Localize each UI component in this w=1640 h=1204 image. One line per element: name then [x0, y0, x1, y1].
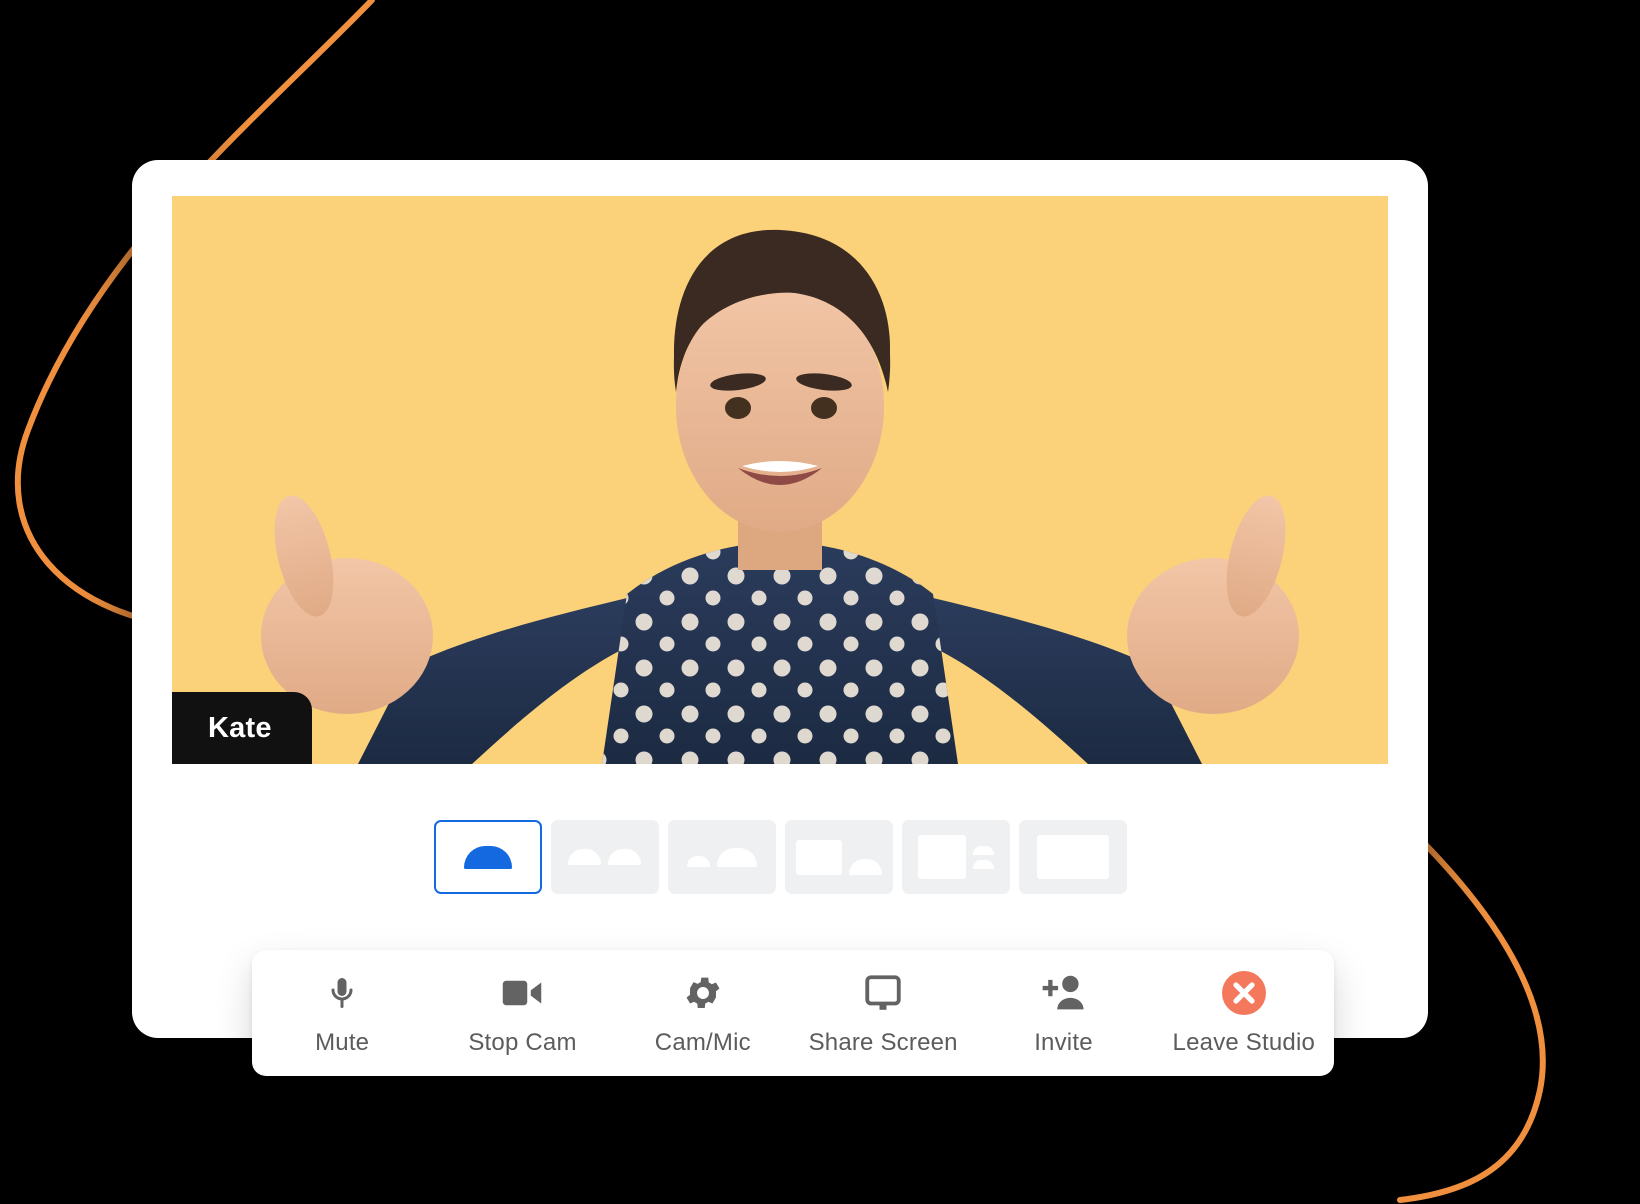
gear-icon	[682, 970, 724, 1016]
layout-option-fullscreen[interactable]	[1018, 820, 1127, 894]
small-large-people-icon	[686, 847, 757, 867]
leave-studio-label: Leave Studio	[1172, 1028, 1316, 1056]
person-plus-icon	[1040, 970, 1086, 1016]
share-screen-button[interactable]: Share Screen	[793, 950, 973, 1076]
single-person-icon	[463, 845, 512, 869]
screen-and-sidebar-people-icon	[917, 835, 994, 879]
layout-selector	[132, 820, 1428, 894]
cam-mic-label: Cam/Mic	[654, 1028, 751, 1056]
layout-option-screen-person[interactable]	[784, 820, 893, 894]
participant-name: Kate	[208, 711, 272, 744]
stop-cam-label: Stop Cam	[468, 1028, 577, 1056]
participant-name-badge: Kate	[172, 692, 312, 764]
stop-cam-button[interactable]: Stop Cam	[432, 950, 612, 1076]
screen-and-person-icon	[795, 839, 882, 875]
video-stage[interactable]: Kate	[172, 196, 1388, 764]
two-people-icon	[568, 849, 641, 865]
participant-video-image	[172, 196, 1388, 764]
screenshot-root: Kate Mute Stop Cam Cam/Mic Share Screen …	[0, 0, 1640, 1204]
microphone-icon	[324, 970, 360, 1016]
close-circle-icon	[1220, 970, 1268, 1016]
video-studio-window: Kate	[132, 160, 1428, 1038]
layout-option-two-up[interactable]	[550, 820, 659, 894]
call-control-bar: Mute Stop Cam Cam/Mic Share Screen Invit…	[252, 950, 1334, 1076]
cam-mic-settings-button[interactable]: Cam/Mic	[613, 950, 793, 1076]
share-screen-label: Share Screen	[808, 1028, 958, 1056]
invite-button[interactable]: Invite	[973, 950, 1153, 1076]
layout-option-single-speaker[interactable]	[433, 820, 542, 894]
fullscreen-screen-icon	[1036, 835, 1109, 879]
mute-button[interactable]: Mute	[252, 950, 432, 1076]
mute-label: Mute	[315, 1028, 370, 1056]
leave-studio-button[interactable]: Leave Studio	[1154, 950, 1334, 1076]
layout-option-small-large[interactable]	[667, 820, 776, 894]
monitor-icon	[862, 970, 904, 1016]
invite-label: Invite	[1034, 1028, 1093, 1056]
video-camera-icon	[501, 970, 543, 1016]
layout-option-screen-sidebar[interactable]	[901, 820, 1010, 894]
